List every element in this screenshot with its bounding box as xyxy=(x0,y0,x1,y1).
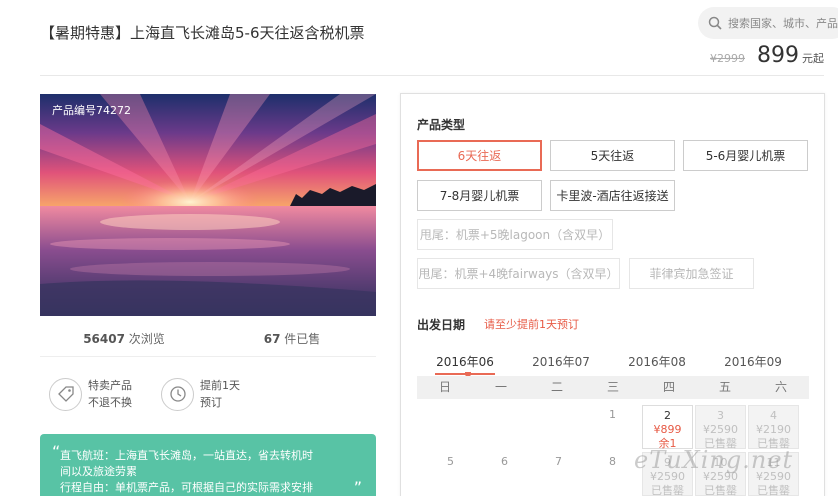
highlights-box: “ 直飞航班：上海直飞长滩岛，一站直达，省去转机时 间以及旅途劳累 行程自由：单… xyxy=(40,434,376,496)
day-number: 5 xyxy=(447,455,454,468)
day-number: 9 xyxy=(664,456,671,469)
feature-line: 不退不换 xyxy=(88,396,132,409)
option-lagoon-package: 甩尾：机票+5晚lagoon（含双早） xyxy=(417,219,613,250)
highlight-line: 直飞航班：上海直飞长滩岛，一站直达，省去转机时 xyxy=(60,449,313,462)
views-count: 56407 xyxy=(83,332,125,346)
views-stat: 56407 次浏览 xyxy=(40,330,208,347)
calendar-day-3: 3 ¥2590 已售罄 xyxy=(695,405,746,450)
clock-icon xyxy=(161,377,194,411)
original-price: ¥2999 xyxy=(710,52,745,65)
search-box[interactable] xyxy=(698,7,838,39)
day-number: 10 xyxy=(713,456,728,469)
weekday-wed: 三 xyxy=(606,380,619,394)
calendar-day-8: 8 xyxy=(587,452,638,496)
calendar-day-7: 7 xyxy=(533,452,584,496)
month-tabs: 2016年06 2016年07 2016年08 2016年09 xyxy=(417,353,809,375)
day-price: ¥2590 xyxy=(703,423,738,436)
calendar-day-9: 9 ¥2590 已售罄 xyxy=(642,452,693,496)
day-status: 已售罄 xyxy=(757,437,790,450)
calendar-day-1: 1 xyxy=(587,405,638,449)
day-price: ¥899 xyxy=(653,423,682,436)
search-icon xyxy=(708,16,722,30)
day-status: 已售罄 xyxy=(704,484,737,496)
weekday-sat: 六 xyxy=(774,380,787,394)
option-fairways-package: 甩尾：机票+4晚fairways（含双早） xyxy=(417,258,620,289)
current-price: 899 xyxy=(757,43,799,68)
option-6-day-roundtrip[interactable]: 6天往返 xyxy=(417,140,542,171)
sunset-beach-image xyxy=(40,94,376,316)
option-infant-july-aug[interactable]: 7-8月婴儿机票 xyxy=(417,180,542,211)
feature-text: 提前1天 预订 xyxy=(200,377,240,411)
option-urgent-visa: 菲律宾加急签证 xyxy=(629,258,754,289)
weekday-fri: 五 xyxy=(718,380,731,394)
feature-line: 提前1天 xyxy=(200,379,240,392)
calendar-day-6: 6 xyxy=(479,452,530,496)
tab-month-2016-09[interactable]: 2016年09 xyxy=(705,353,801,375)
product-photo[interactable]: 产品编号74272 xyxy=(40,94,376,316)
booking-panel: 产品类型 6天往返 5天往返 5-6月婴儿机票 7-8月婴儿机票 卡里波-酒店往… xyxy=(400,93,825,496)
sold-label: 件已售 xyxy=(280,332,321,346)
feature-line: 预订 xyxy=(200,396,222,409)
search-input[interactable] xyxy=(728,16,838,30)
feature-line: 特卖产品 xyxy=(88,379,132,392)
sold-count: 67 xyxy=(263,332,281,346)
weekday-tue: 二 xyxy=(550,380,563,394)
product-stats: 56407 次浏览 67 件已售 xyxy=(40,330,376,347)
highlight-line: 行程自由：单机票产品，可根据自己的实际需求安排 xyxy=(60,481,313,494)
weekday-thu: 四 xyxy=(662,380,675,394)
sold-stat: 67 件已售 xyxy=(208,330,376,347)
day-number: 4 xyxy=(770,409,777,422)
weekday-header: 日 一 二 三 四 五 六 xyxy=(417,376,809,399)
departure-date-label: 出发日期 xyxy=(417,318,466,332)
tab-month-2016-07[interactable]: 2016年07 xyxy=(513,353,609,375)
day-number: 1 xyxy=(609,408,616,421)
weekday-sun: 日 xyxy=(438,380,451,394)
day-number: 3 xyxy=(717,409,724,422)
day-number: 2 xyxy=(664,409,671,422)
day-status: 已售罄 xyxy=(651,484,684,496)
open-quote-icon: “ xyxy=(52,442,61,461)
day-status: 余1 xyxy=(658,437,677,450)
day-number: 7 xyxy=(555,455,562,468)
option-infant-may-june[interactable]: 5-6月婴儿机票 xyxy=(683,140,808,171)
calendar-day-2[interactable]: 2 ¥899 余1 xyxy=(642,405,693,450)
option-5-day-roundtrip[interactable]: 5天往返 xyxy=(550,140,675,171)
product-code: 产品编号74272 xyxy=(52,104,131,117)
day-price: ¥2190 xyxy=(756,423,791,436)
weekday-mon: 一 xyxy=(494,380,507,394)
day-status: 已售罄 xyxy=(704,437,737,450)
calendar-day-10: 10 ¥2590 已售罄 xyxy=(695,452,746,496)
tag-icon xyxy=(49,377,82,411)
feature-text: 特卖产品 不退不换 xyxy=(88,377,132,411)
option-kalibo-hotel-transfer[interactable]: 卡里波-酒店往返接送 xyxy=(550,180,675,211)
tab-month-2016-08[interactable]: 2016年08 xyxy=(609,353,705,375)
price-unit: 元起 xyxy=(802,52,824,65)
product-type-label: 产品类型 xyxy=(417,118,466,132)
calendar-day-5: 5 xyxy=(425,452,476,496)
day-number: 8 xyxy=(609,455,616,468)
calendar-day-4: 4 ¥2190 已售罄 xyxy=(748,405,799,450)
highlight-line: 间以及旅途劳累 xyxy=(60,465,137,478)
day-price: ¥2590 xyxy=(650,470,685,483)
day-price: ¥2590 xyxy=(756,470,791,483)
advance-booking-note: 请至少提前1天预订 xyxy=(484,318,579,331)
feature-advance-booking: 提前1天 预订 xyxy=(161,377,240,411)
calendar-day-11: 11 ¥2590 已售罄 xyxy=(748,452,799,496)
page-title: 【暑期特惠】上海直飞长滩岛5-6天往返含税机票 xyxy=(40,24,365,42)
header-divider xyxy=(40,75,824,76)
stats-divider xyxy=(40,356,376,357)
views-label: 次浏览 xyxy=(124,332,165,346)
day-number: 11 xyxy=(766,456,781,469)
day-number: 6 xyxy=(501,455,508,468)
day-price: ¥2590 xyxy=(703,470,738,483)
day-status: 已售罄 xyxy=(757,484,790,496)
feature-special-sale: 特卖产品 不退不换 xyxy=(49,377,132,411)
price-block: ¥2999 899 元起 xyxy=(710,43,824,68)
close-quote-icon: ” xyxy=(353,478,362,496)
